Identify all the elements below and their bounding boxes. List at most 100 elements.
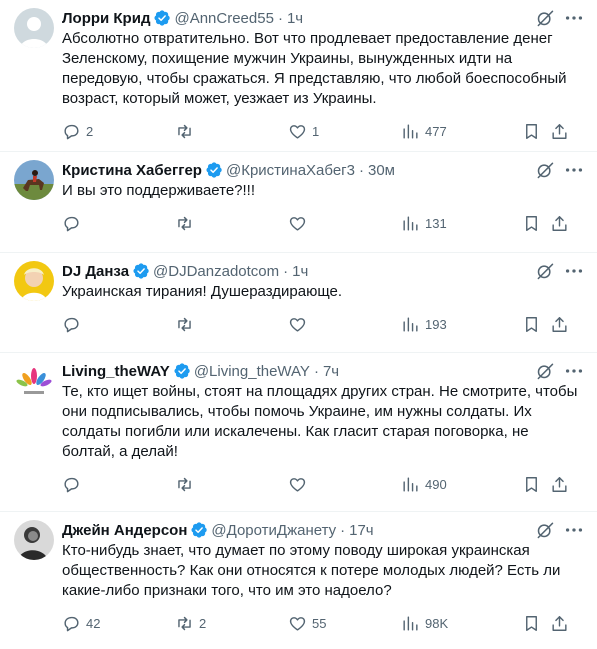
retweet-icon [178,616,191,630]
retweet-button[interactable]: 2 [175,611,288,635]
action-bar: 131 [62,203,581,243]
grok-icon[interactable] [535,160,555,180]
timestamp[interactable]: 17ч [349,522,374,539]
like-button[interactable] [288,472,401,496]
heart-icon [289,616,306,631]
grok-icon[interactable] [535,261,555,281]
share-button[interactable] [550,211,570,235]
timestamp[interactable]: 7ч [323,363,339,380]
share-button[interactable] [550,312,570,336]
avatar[interactable] [14,361,54,401]
like-button[interactable] [288,211,401,235]
more-options-icon[interactable] [563,520,585,540]
like-button[interactable]: 55 [288,611,401,635]
tweet[interactable]: DJ Данза @DJDanzadotcom · 1ч Украинская … [0,253,597,353]
timestamp[interactable]: 1ч [287,10,303,27]
share-icon [552,615,567,631]
avatar[interactable] [14,520,54,560]
reply-button[interactable]: 42 [62,611,175,635]
avatar[interactable] [14,261,54,301]
grok-icon[interactable] [535,8,555,28]
more-options-icon[interactable] [563,160,585,180]
share-button[interactable] [550,119,570,143]
share-button[interactable] [550,472,570,496]
author-name[interactable]: Кристина Хабеггер [62,162,202,179]
retweet-button[interactable] [175,472,288,496]
view-count: 490 [425,476,447,492]
more-options-icon[interactable] [563,361,585,381]
grok-icon[interactable] [535,361,555,381]
author-name[interactable]: Джейн Андерсон [62,522,187,539]
author-handle[interactable]: @DJDanzadotcom [153,263,279,280]
reply-button[interactable] [62,472,175,496]
bookmark-button[interactable] [522,312,550,336]
separator-dot: · [358,161,364,179]
avatar[interactable] [14,8,54,48]
verified-badge-icon [206,162,222,178]
retweet-count: 2 [199,615,207,631]
retweet-button[interactable] [175,211,288,235]
bookmark-button[interactable] [522,119,550,143]
views-button[interactable]: 98K [401,611,522,635]
verified-badge-icon [133,263,149,279]
bookmark-button[interactable] [522,611,550,635]
author-handle[interactable]: @КристинаХабег3 [226,162,355,179]
action-bar: 42 2 55 98K [62,603,581,643]
tweet-feed: Лорри Крид @AnnCreed55 · 1ч Абсолютно от… [0,0,597,649]
retweet-icon [178,216,191,230]
separator-dot: · [283,262,289,280]
views-chart-icon [403,123,418,139]
author-handle[interactable]: @Living_theWAY [194,363,310,380]
like-count: 55 [312,615,327,631]
reply-button[interactable]: 2 [62,119,175,143]
reply-icon [64,616,79,631]
views-button[interactable]: 490 [401,472,522,496]
retweet-button[interactable] [175,312,288,336]
reply-button[interactable] [62,312,175,336]
author-handle[interactable]: @AnnCreed55 [174,10,273,27]
retweet-button[interactable] [175,119,288,143]
verified-badge-icon [154,10,171,26]
heart-icon [289,216,306,231]
heart-icon [289,317,306,332]
share-icon [552,316,567,332]
share-icon [552,476,567,492]
like-button[interactable]: 1 [288,119,401,143]
retweet-icon [178,477,191,491]
views-chart-icon [403,615,418,631]
tweet-text: И вы это поддерживаете?!!! [62,182,256,199]
tweet-text: Кто-нибудь знает, что думает по этому по… [62,542,565,599]
more-options-icon[interactable] [563,261,585,281]
author-name[interactable]: Лорри Крид [62,10,150,27]
views-button[interactable]: 131 [401,211,522,235]
action-bar: 2 1 477 [62,111,581,151]
share-button[interactable] [550,611,570,635]
reply-button[interactable] [62,211,175,235]
reply-count: 2 [86,123,94,139]
more-options-icon[interactable] [563,8,585,28]
tweet[interactable]: Лорри Крид @AnnCreed55 · 1ч Абсолютно от… [0,0,597,152]
bookmark-icon [526,316,537,332]
timestamp[interactable]: 30м [368,162,395,179]
reply-icon [64,477,79,492]
grok-icon[interactable] [535,520,555,540]
retweet-icon [178,317,191,331]
views-chart-icon [403,476,418,492]
author-name[interactable]: DJ Данза [62,263,129,280]
views-button[interactable]: 477 [401,119,522,143]
author-handle[interactable]: @ДоротиДжанету [211,522,336,539]
bookmark-button[interactable] [522,472,550,496]
tweet[interactable]: Джейн Андерсон @ДоротиДжанету · 17ч Кто-… [0,512,597,649]
tweet[interactable]: Living_theWAY @Living_theWAY · 7ч Те, кт… [0,353,597,512]
timestamp[interactable]: 1ч [292,263,308,280]
tweet[interactable]: Кристина Хабеггер @КристинаХабег3 · 30м … [0,152,597,253]
verified-badge-icon [191,522,208,538]
avatar[interactable] [14,160,54,200]
like-button[interactable] [288,312,401,336]
author-name[interactable]: Living_theWAY [62,363,170,380]
bookmark-button[interactable] [522,211,550,235]
views-button[interactable]: 193 [401,312,522,336]
share-icon [552,215,567,231]
view-count: 131 [425,215,447,231]
tweet-text: Те, кто ищет войны, стоят на площадях др… [62,383,582,460]
